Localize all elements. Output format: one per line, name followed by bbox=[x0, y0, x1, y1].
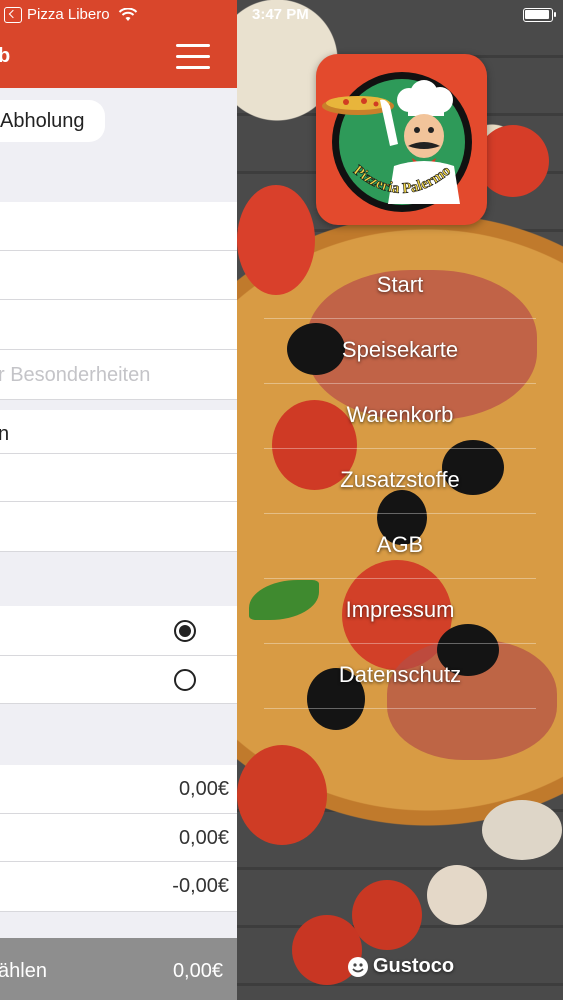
carrier-indicator: Pizza Libero bbox=[4, 6, 138, 23]
garlic-decor bbox=[427, 865, 487, 925]
checkout-bar[interactable]: ählen 0,00€ bbox=[0, 938, 237, 1000]
form-field-7[interactable] bbox=[0, 502, 237, 552]
tomato-slice-decor bbox=[237, 745, 327, 845]
checkout-label: ählen bbox=[0, 960, 47, 982]
form-field-5[interactable]: n bbox=[0, 410, 237, 454]
cart-nav-bar: b bbox=[0, 30, 237, 88]
carrier-label: Pizza Libero bbox=[27, 6, 110, 23]
main-menu: Start Speisekarte Warenkorb Zusatzstoffe… bbox=[264, 254, 536, 709]
notes-field[interactable]: r Besonderheiten bbox=[0, 350, 237, 400]
cart-screen: Pizza Libero b Abholung r Besonderheiten… bbox=[0, 0, 237, 1000]
notes-placeholder: r Besonderheiten bbox=[0, 364, 151, 386]
form-field-5-text: n bbox=[0, 423, 10, 445]
checkout-total: 0,00€ bbox=[172, 960, 223, 982]
form-field-3[interactable] bbox=[0, 300, 237, 350]
menu-item-agb[interactable]: AGB bbox=[264, 514, 536, 579]
menu-item-impressum[interactable]: Impressum bbox=[264, 579, 536, 644]
form-field-1[interactable] bbox=[0, 202, 237, 251]
amount-row-2: 0,00€ bbox=[0, 814, 237, 862]
amount-value-3: -0,00€ bbox=[172, 875, 229, 897]
mushroom-decor bbox=[482, 800, 562, 860]
back-to-app-icon[interactable] bbox=[4, 6, 22, 23]
form-field-2[interactable] bbox=[0, 251, 237, 300]
tomato-slice-decor bbox=[477, 125, 549, 197]
menu-item-speisekarte[interactable]: Speisekarte bbox=[264, 319, 536, 384]
pickup-toggle[interactable]: Abholung bbox=[0, 100, 105, 142]
form-field-6[interactable] bbox=[0, 454, 237, 502]
side-menu: 3:47 PM Pizzeria Palermo Start Speisekar… bbox=[237, 0, 563, 1000]
status-bar-left: Pizza Libero bbox=[0, 0, 237, 30]
menu-item-datenschutz[interactable]: Datenschutz bbox=[264, 644, 536, 709]
payment-option-1[interactable] bbox=[0, 606, 237, 656]
chef-logo-icon: Pizzeria Palermo bbox=[322, 72, 472, 212]
amount-value-1: 0,00€ bbox=[178, 778, 229, 800]
amount-row-1: 0,00€ bbox=[0, 765, 237, 814]
gustoco-logo-icon bbox=[348, 956, 368, 977]
menu-item-warenkorb[interactable]: Warenkorb bbox=[264, 384, 536, 449]
payment-option-2[interactable] bbox=[0, 656, 237, 704]
radio-selected-icon[interactable] bbox=[174, 620, 196, 642]
status-time: 3:47 PM bbox=[252, 6, 309, 23]
battery-icon bbox=[523, 8, 556, 22]
pickup-label: Abholung bbox=[0, 110, 85, 132]
gustoco-branding[interactable]: Gustoco bbox=[347, 955, 454, 978]
menu-item-start[interactable]: Start bbox=[264, 254, 536, 319]
radio-unselected-icon[interactable] bbox=[174, 669, 196, 691]
menu-item-zusatzstoffe[interactable]: Zusatzstoffe bbox=[264, 449, 536, 514]
status-bar-right: 3:47 PM bbox=[237, 0, 563, 30]
gustoco-label: Gustoco bbox=[373, 955, 455, 977]
hamburger-menu-icon[interactable] bbox=[176, 44, 210, 70]
wifi-icon bbox=[118, 7, 137, 21]
amount-row-3: -0,00€ bbox=[0, 862, 237, 912]
amount-value-2: 0,00€ bbox=[178, 827, 229, 849]
restaurant-logo: Pizzeria Palermo bbox=[316, 54, 487, 225]
cart-title: b bbox=[0, 45, 11, 67]
tomato-slice-decor bbox=[352, 880, 422, 950]
